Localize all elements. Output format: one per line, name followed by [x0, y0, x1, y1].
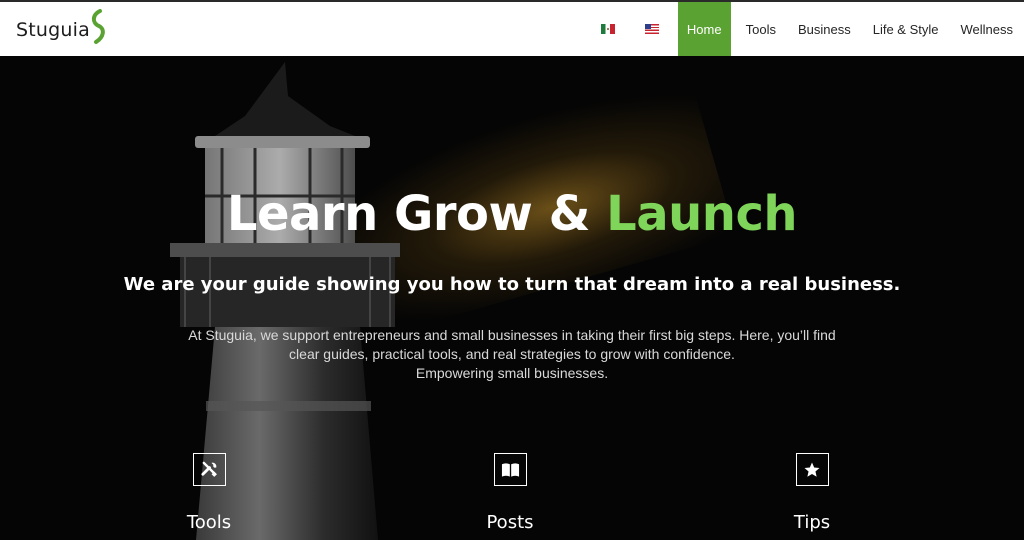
feature-label: Tools: [186, 512, 232, 533]
main-nav: Home Tools Business Life & Style Wellnes…: [586, 2, 1024, 56]
hero-description-line: clear guides, practical tools, and real …: [289, 346, 735, 362]
hero-subtitle: We are your guide showing you how to tur…: [123, 274, 901, 295]
nav-home[interactable]: Home: [677, 2, 731, 56]
hero-description-line: At Stuguia, we support entrepreneurs and…: [188, 327, 836, 343]
hero-description: At Stuguia, we support entrepreneurs and…: [172, 326, 852, 383]
logo-mark-icon: [91, 9, 105, 44]
feature-tips[interactable]: Tips: [752, 453, 872, 533]
logo-text: Stuguia: [16, 19, 90, 41]
feature-tools[interactable]: Tools: [149, 453, 269, 533]
feature-posts[interactable]: Posts: [450, 453, 570, 533]
star-icon[interactable]: [795, 453, 829, 486]
hero-title-accent: Launch: [606, 186, 798, 242]
tools-icon[interactable]: [192, 453, 226, 486]
hero-title: Learn Grow & Launch: [0, 186, 1024, 242]
feature-label: Tips: [793, 512, 831, 533]
hero-title-main: Learn Grow &: [226, 186, 607, 242]
us-flag-icon[interactable]: [644, 24, 659, 34]
nav-tools[interactable]: Tools: [735, 2, 787, 56]
nav-business[interactable]: Business: [787, 2, 862, 56]
book-icon[interactable]: [493, 453, 527, 486]
mexico-flag-icon[interactable]: [600, 24, 615, 34]
hero-description-line: Empowering small businesses.: [415, 365, 609, 381]
nav-life-style[interactable]: Life & Style: [862, 2, 950, 56]
site-header: Stuguia Home Tools Business Life & Style…: [0, 0, 1024, 56]
nav-wellness[interactable]: Wellness: [949, 2, 1024, 56]
site-logo[interactable]: Stuguia: [16, 9, 108, 50]
feature-label: Posts: [486, 512, 534, 533]
hero-section: Learn Grow & Launch We are your guide sh…: [0, 56, 1024, 540]
